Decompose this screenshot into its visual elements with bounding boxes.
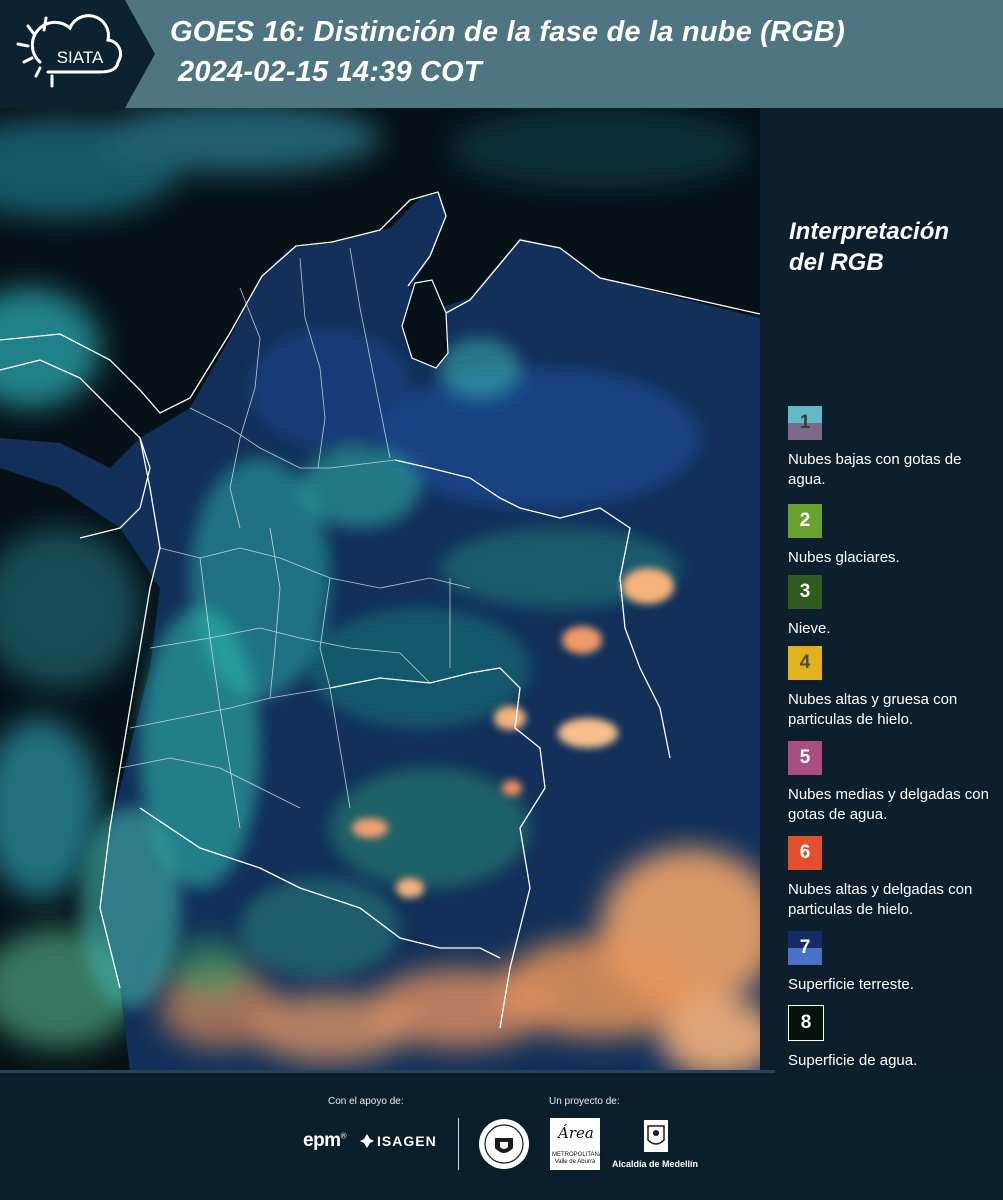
legend-swatch: 7 xyxy=(788,931,822,965)
legend-item-label: Superficie de agua. xyxy=(788,1052,918,1069)
area-logo-script: Área xyxy=(558,1124,594,1142)
legend-item-7: 7 Superficie terreste. xyxy=(788,931,998,995)
legend-swatch-number: 4 xyxy=(799,652,811,673)
area-metropolitana-logo: Área METROPOLITANA Valle de Aburrá xyxy=(550,1118,603,1170)
legend-swatch-number: 3 xyxy=(799,581,811,602)
isagen-logo: ISAGEN xyxy=(360,1133,437,1149)
legend-swatch: 6 xyxy=(788,836,822,870)
project-label: Un proyecto de: xyxy=(549,1096,620,1107)
isagen-logo-text: ISAGEN xyxy=(377,1133,437,1149)
legend-item-label: Nieve. xyxy=(788,620,831,637)
page-timestamp: 2024-02-15 14:39 COT xyxy=(178,56,482,88)
satellite-map xyxy=(0,108,760,1070)
legend-swatch-number: 8 xyxy=(800,1012,812,1033)
legend-swatch: 8 xyxy=(788,1005,824,1041)
legend-item-label: Nubes medias y delgadas con gotas de agu… xyxy=(788,786,989,823)
epm-logo: epm® xyxy=(303,1130,347,1151)
legend-swatch-number: 7 xyxy=(799,937,811,958)
legend-panel: Interpretación del RGB 1 Nubes bajas con … xyxy=(760,108,1003,1070)
legend-swatch: 2 xyxy=(788,504,822,538)
legend-item-4: 4 Nubes altas y gruesa con particulas de … xyxy=(788,646,998,730)
epm-logo-text: epm xyxy=(303,1130,341,1151)
siata-logo: SIATA xyxy=(0,0,155,108)
page-title: GOES 16: Distinción de la fase de la nub… xyxy=(170,16,845,48)
legend-item-label: Superficie terreste. xyxy=(788,976,914,993)
isagen-mark-icon xyxy=(360,1134,374,1148)
legend-item-2: 2 Nubes glaciares. xyxy=(788,504,998,568)
footer-bar: Con el apoyo de: Un proyecto de: epm® IS… xyxy=(0,1070,1003,1200)
legend-swatch-number: 1 xyxy=(799,412,811,433)
legend-swatch-number: 5 xyxy=(799,747,811,768)
legend-title-line1: Interpretación xyxy=(789,218,950,245)
legend-swatch-number: 2 xyxy=(799,510,811,531)
legend-item-6: 6 Nubes altas y delgadas con particulas d… xyxy=(788,836,998,920)
legend-swatch: 4 xyxy=(788,646,822,680)
legend-item-8: 8 Superficie de agua. xyxy=(788,1005,998,1071)
footer-divider xyxy=(458,1118,459,1170)
alcaldia-logo-text: Alcaldía de Medellín xyxy=(612,1159,699,1169)
footer-divider-strip xyxy=(0,1070,775,1073)
legend-title-line2: del RGB xyxy=(789,249,884,276)
alcaldia-shield-icon xyxy=(641,1118,671,1163)
legend-item-label: Nubes altas y delgadas con particulas de… xyxy=(788,881,973,918)
legend-item-1: 1 Nubes bajas con gotas de agua. xyxy=(788,406,998,490)
legend-item-label: Nubes glaciares. xyxy=(788,549,900,566)
legend-item-label: Nubes altas y gruesa con particulas de h… xyxy=(788,691,958,728)
legend-swatch: 1 xyxy=(788,406,822,440)
siata-logo-text: SIATA xyxy=(57,48,104,67)
legend-item-5: 5 Nubes medias y delgadas con gotas de ag… xyxy=(788,741,998,825)
legend-swatch-number: 6 xyxy=(799,842,811,863)
legend-item-label: Nubes bajas con gotas de agua. xyxy=(788,451,962,488)
legend-title: Interpretación del RGB xyxy=(789,216,989,278)
legend-swatch: 3 xyxy=(788,575,822,609)
legend-item-3: 3 Nieve. xyxy=(788,575,998,639)
area-logo-subtitle: METROPOLITANA Valle de Aburrá xyxy=(552,1152,603,1165)
municipal-seal-icon xyxy=(478,1118,530,1175)
support-label: Con el apoyo de: xyxy=(328,1096,404,1107)
legend-swatch: 5 xyxy=(788,741,822,775)
header-bar: SIATA GOES 16: Distinción de la fase de … xyxy=(0,0,1003,108)
